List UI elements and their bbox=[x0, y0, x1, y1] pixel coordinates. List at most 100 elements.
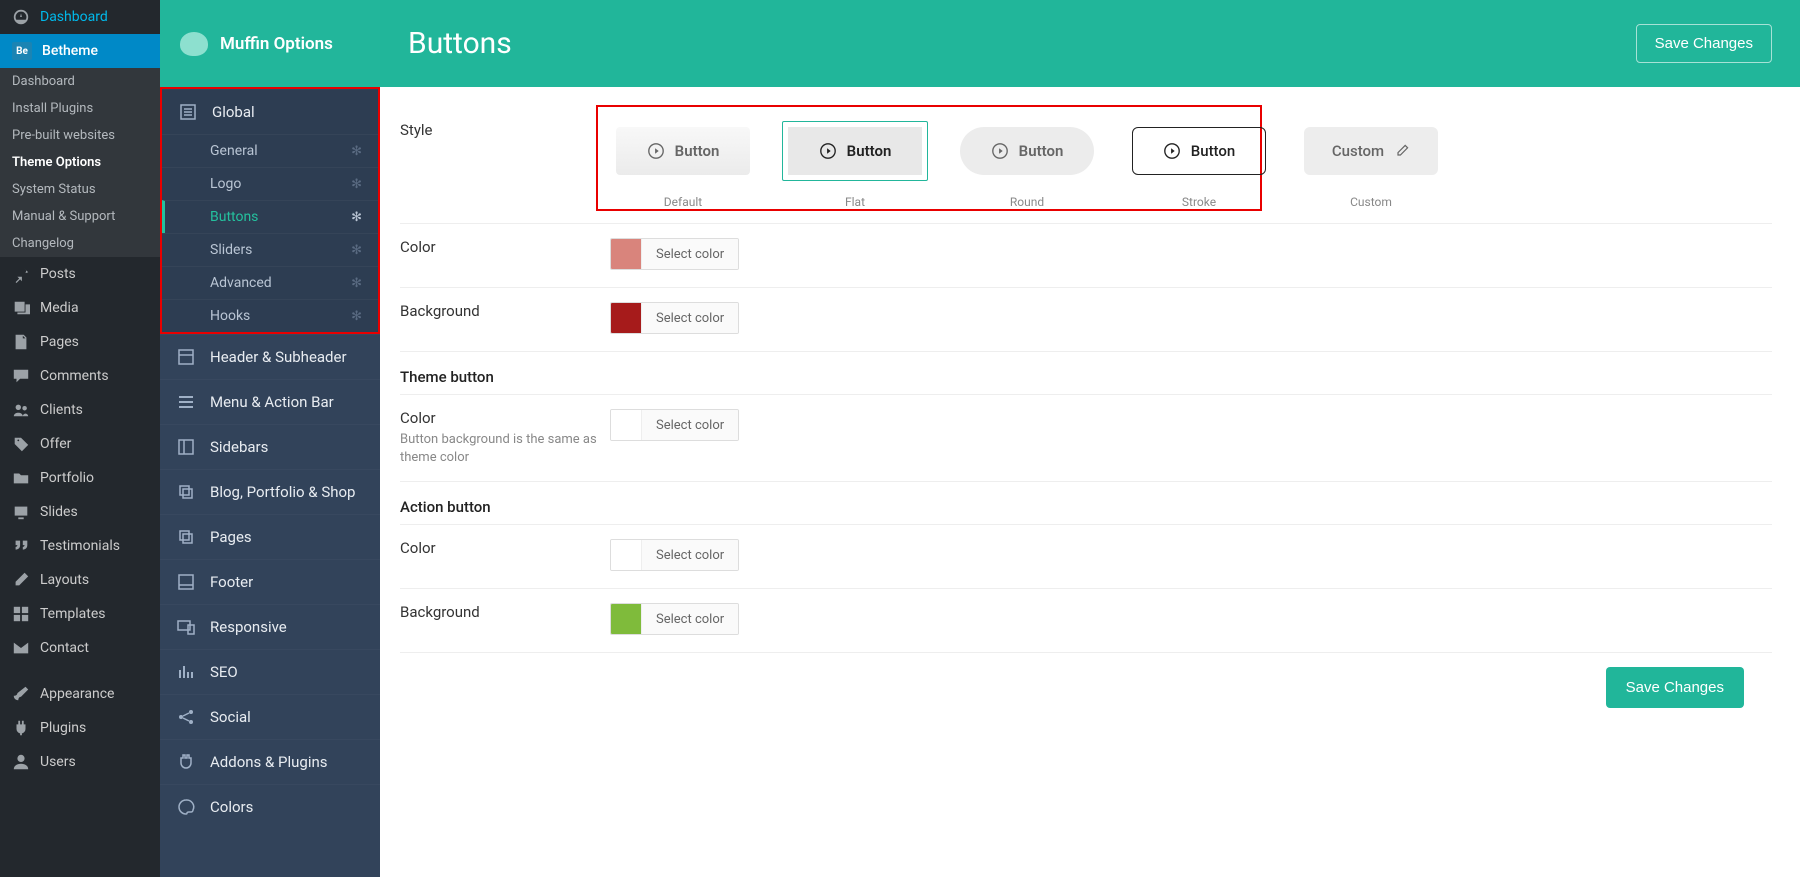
wp-item-label: Offer bbox=[40, 436, 71, 452]
mo-section-label: Colors bbox=[210, 798, 253, 816]
wp-item-pages[interactable]: Pages bbox=[0, 325, 160, 359]
mo-section-pages[interactable]: Pages bbox=[160, 514, 380, 559]
copy-icon bbox=[176, 527, 196, 547]
plug-icon bbox=[12, 719, 30, 737]
mo-sub-hooks[interactable]: Hooks✻ bbox=[162, 299, 378, 332]
gear-icon: ✻ bbox=[351, 243, 362, 258]
wp-item-contact[interactable]: Contact bbox=[0, 631, 160, 665]
mo-section-colors[interactable]: Colors bbox=[160, 784, 380, 829]
wp-item-label: Pages bbox=[40, 334, 79, 350]
color-swatch bbox=[611, 239, 641, 269]
select-color-button[interactable]: Select color bbox=[641, 239, 738, 269]
color-picker[interactable]: Select color bbox=[610, 409, 739, 441]
wp-sub-prebuilt-websites[interactable]: Pre-built websites bbox=[0, 122, 160, 149]
mo-section-label: SEO bbox=[210, 663, 238, 681]
wp-item-media[interactable]: Media bbox=[0, 291, 160, 325]
chart-icon bbox=[176, 662, 196, 682]
wp-item-offer[interactable]: Offer bbox=[0, 427, 160, 461]
mo-section-global[interactable]: Global bbox=[162, 89, 378, 134]
wp-item-slides[interactable]: Slides bbox=[0, 495, 160, 529]
mo-sub-general[interactable]: General✻ bbox=[162, 134, 378, 167]
mo-sub-advanced[interactable]: Advanced✻ bbox=[162, 266, 378, 299]
save-changes-button-top[interactable]: Save Changes bbox=[1636, 24, 1772, 63]
wp-sub-theme-options[interactable]: Theme Options bbox=[0, 149, 160, 176]
mo-sub-sliders[interactable]: Sliders✻ bbox=[162, 233, 378, 266]
wp-sub-dashboard[interactable]: Dashboard bbox=[0, 68, 160, 95]
wp-item-label: Clients bbox=[40, 402, 83, 418]
wp-item-portfolio[interactable]: Portfolio bbox=[0, 461, 160, 495]
style-option-flat[interactable]: Button Flat bbox=[782, 121, 928, 209]
wp-item-testimonials[interactable]: Testimonials bbox=[0, 529, 160, 563]
wp-item-comments[interactable]: Comments bbox=[0, 359, 160, 393]
mo-section-responsive[interactable]: Responsive bbox=[160, 604, 380, 649]
color-picker[interactable]: Select color bbox=[610, 238, 739, 270]
list-icon bbox=[178, 102, 198, 122]
field-label: Color bbox=[400, 409, 610, 427]
wp-item-label: Posts bbox=[40, 266, 76, 282]
select-color-button[interactable]: Select color bbox=[641, 410, 738, 440]
style-caption: Flat bbox=[845, 195, 865, 209]
wp-item-label: Users bbox=[40, 754, 76, 770]
users-icon bbox=[12, 401, 30, 419]
select-color-button[interactable]: Select color bbox=[641, 303, 738, 333]
mo-section-social[interactable]: Social bbox=[160, 694, 380, 739]
menu-icon bbox=[176, 392, 196, 412]
gear-icon: ✻ bbox=[351, 210, 362, 225]
folder-icon bbox=[12, 469, 30, 487]
style-option-default[interactable]: Button Default bbox=[610, 121, 756, 209]
wp-sub-install-plugins[interactable]: Install Plugins bbox=[0, 95, 160, 122]
wp-item-posts[interactable]: Posts bbox=[0, 257, 160, 291]
slides-icon bbox=[12, 503, 30, 521]
wp-item-appearance[interactable]: Appearance bbox=[0, 677, 160, 711]
save-changes-button-bottom[interactable]: Save Changes bbox=[1606, 667, 1744, 708]
gear-icon: ✻ bbox=[351, 309, 362, 324]
betheme-badge-icon: Be bbox=[12, 42, 32, 60]
mo-section-sidebars[interactable]: Sidebars bbox=[160, 424, 380, 469]
quote-icon bbox=[12, 537, 30, 555]
wp-sub-system-status[interactable]: System Status bbox=[0, 176, 160, 203]
wp-item-clients[interactable]: Clients bbox=[0, 393, 160, 427]
mo-section-menu[interactable]: Menu & Action Bar bbox=[160, 379, 380, 424]
mo-sub-logo[interactable]: Logo✻ bbox=[162, 167, 378, 200]
mo-section-label: Blog, Portfolio & Shop bbox=[210, 483, 355, 501]
field-label: Style bbox=[400, 121, 610, 139]
style-option-round[interactable]: Button Round bbox=[954, 121, 1100, 209]
mo-section-label: Pages bbox=[210, 528, 252, 546]
wp-item-label: Media bbox=[40, 300, 79, 316]
field-background: Background Select color bbox=[400, 288, 1772, 352]
mo-section-label: Global bbox=[212, 103, 255, 121]
mo-section-seo[interactable]: SEO bbox=[160, 649, 380, 694]
mo-sub-buttons[interactable]: Buttons✻ bbox=[162, 200, 378, 233]
select-color-button[interactable]: Select color bbox=[641, 604, 738, 634]
wp-item-plugins[interactable]: Plugins bbox=[0, 711, 160, 745]
select-color-button[interactable]: Select color bbox=[641, 540, 738, 570]
wp-sub-manual-support[interactable]: Manual & Support bbox=[0, 203, 160, 230]
color-picker[interactable]: Select color bbox=[610, 302, 739, 334]
wp-item-label: Appearance bbox=[40, 686, 114, 702]
wp-admin-sidebar: Dashboard Be Betheme Dashboard Install P… bbox=[0, 0, 160, 877]
field-description: Button background is the same as theme c… bbox=[400, 431, 610, 467]
media-icon bbox=[12, 299, 30, 317]
field-label: Background bbox=[400, 603, 610, 621]
wp-item-label: Dashboard bbox=[40, 9, 108, 25]
color-picker[interactable]: Select color bbox=[610, 539, 739, 571]
style-option-custom[interactable]: Custom Custom bbox=[1298, 121, 1444, 209]
wp-item-templates[interactable]: Templates bbox=[0, 597, 160, 631]
mo-section-footer[interactable]: Footer bbox=[160, 559, 380, 604]
wp-item-label: Comments bbox=[40, 368, 109, 384]
wp-item-betheme[interactable]: Be Betheme bbox=[0, 34, 160, 68]
mo-section-header[interactable]: Header & Subheader bbox=[160, 334, 380, 379]
style-option-stroke[interactable]: Button Stroke bbox=[1126, 121, 1272, 209]
wp-item-dashboard[interactable]: Dashboard bbox=[0, 0, 160, 34]
mo-section-addons[interactable]: Addons & Plugins bbox=[160, 739, 380, 784]
mo-section-blog[interactable]: Blog, Portfolio & Shop bbox=[160, 469, 380, 514]
wp-item-users[interactable]: Users bbox=[0, 745, 160, 779]
color-swatch bbox=[611, 410, 641, 440]
wp-item-label: Betheme bbox=[42, 43, 98, 59]
section-action-button: Action button bbox=[400, 482, 1772, 525]
color-picker[interactable]: Select color bbox=[610, 603, 739, 635]
wp-sub-changelog[interactable]: Changelog bbox=[0, 230, 160, 257]
wp-item-layouts[interactable]: Layouts bbox=[0, 563, 160, 597]
color-swatch bbox=[611, 540, 641, 570]
muffin-options-brand: Muffin Options bbox=[160, 0, 380, 87]
